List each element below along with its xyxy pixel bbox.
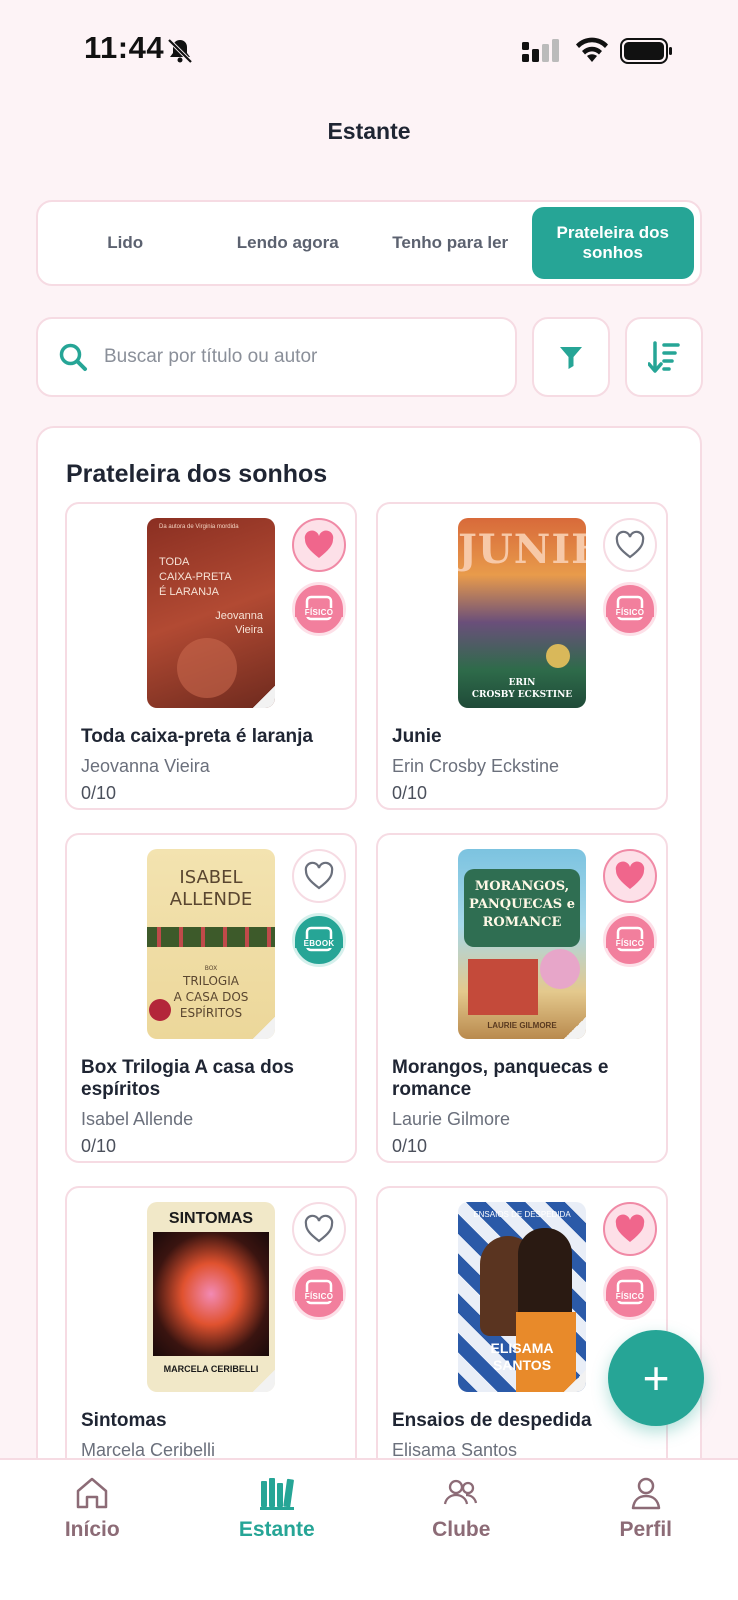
group-icon [444,1479,478,1505]
heart-outline-icon [304,861,334,890]
sort-button[interactable] [625,317,703,397]
nav-item-estante[interactable]: Estante [185,1460,370,1600]
nav-item-perfil[interactable]: Perfil [554,1460,738,1600]
format-badge: EBOOK [292,913,346,967]
status-bar: 11:44 [0,0,738,100]
tab-lido[interactable]: Lido [44,207,207,279]
tab-tenho-para-ler[interactable]: Tenho para ler [369,207,532,279]
favorite-button[interactable] [292,1202,346,1256]
book-card[interactable]: ISABEL ALLENDE BOX TRILOGIA A CASA DOS E… [65,833,357,1163]
book-title: Junie [392,726,442,747]
format-badge: FÍSICO [292,1266,346,1320]
tab-prateleira-dos-sonhos[interactable]: Prateleira dos sonhos [531,207,694,279]
plus-icon: + [642,1352,670,1404]
book-author: Jeovanna Vieira [81,756,210,776]
book-card[interactable]: Da autora de Virginia mordida TODA CAIXA… [65,502,357,810]
status-time: 11:44 [84,30,165,65]
battery-icon [620,38,672,64]
book-title: Morangos, panquecas e romance [392,1057,609,1100]
filter-icon [560,347,582,369]
search-icon [59,343,87,371]
format-badge: FÍSICO [603,1266,657,1320]
heart-filled-icon [304,530,334,558]
favorite-button[interactable] [292,518,346,572]
favorite-button[interactable] [292,849,346,903]
favorite-button[interactable] [603,849,657,903]
search-box [36,317,517,397]
book-progress: 0/10 [81,783,117,803]
book-cover: MORANGOS, PANQUECAS e ROMANCE LAURIE GIL… [458,849,586,1039]
heart-filled-icon [615,861,645,889]
nav-item-inicio[interactable]: Início [0,1460,185,1600]
book-card[interactable]: JUNIE ERIN CROSBY ECKSTINE FÍSICO Junie … [376,502,668,810]
book-cover: ISABEL ALLENDE BOX TRILOGIA A CASA DOS E… [147,849,275,1039]
book-progress: 0/10 [392,783,428,803]
book-title: Box Trilogia A casa dos espíritos [81,1057,294,1100]
page-title: Estante [327,118,411,144]
format-badge: FÍSICO [603,582,657,636]
book-cover: SINTOMAS MARCELA CERIBELLI [147,1202,275,1392]
user-icon [631,1477,660,1510]
book-title: Toda caixa-preta é laranja [81,726,313,747]
heart-filled-icon [615,1214,645,1242]
bell-muted-icon [167,38,193,64]
tab-lendo-agora[interactable]: Lendo agora [207,207,370,279]
heart-outline-icon [615,530,645,559]
book-cover: Da autora de Virginia mordida TODA CAIXA… [147,518,275,708]
book-cover: ENSAIOS DE DESPEDIDA ELISAMA SANTOS [458,1202,586,1392]
panel-title: Prateleira dos sonhos [66,460,328,488]
bottom-nav: Início Estante Clube Perfil [0,1458,738,1600]
search-input[interactable] [104,346,484,368]
filter-button[interactable] [532,317,610,397]
book-author: Erin Crosby Eckstine [392,756,560,776]
book-author: Isabel Allende [81,1109,194,1129]
nav-item-clube[interactable]: Clube [369,1460,554,1600]
favorite-button[interactable] [603,518,657,572]
book-progress: 0/10 [392,1136,428,1156]
home-icon [77,1477,108,1509]
book-title: Ensaios de despedida [392,1410,592,1431]
book-title: Sintomas [81,1410,167,1431]
shelf-panel: Prateleira dos sonhos Da autora de Virgi… [36,426,702,1600]
bookshelf-icon [259,1478,294,1510]
add-book-button[interactable]: + [608,1330,704,1426]
wifi-icon [576,37,608,62]
shelf-tabs: Lido Lendo agora Tenho para ler Pratelei… [36,200,702,286]
book-author: Laurie Gilmore [392,1109,511,1129]
favorite-button[interactable] [603,1202,657,1256]
heart-outline-icon [304,1214,334,1243]
format-badge: FÍSICO [603,913,657,967]
sort-descending-icon [648,341,680,373]
cellular-signal-icon [522,39,559,62]
book-card[interactable]: MORANGOS, PANQUECAS e ROMANCE LAURIE GIL… [376,833,668,1163]
book-progress: 0/10 [81,1136,117,1156]
format-badge: FÍSICO [292,582,346,636]
book-cover: JUNIE ERIN CROSBY ECKSTINE [458,518,586,708]
